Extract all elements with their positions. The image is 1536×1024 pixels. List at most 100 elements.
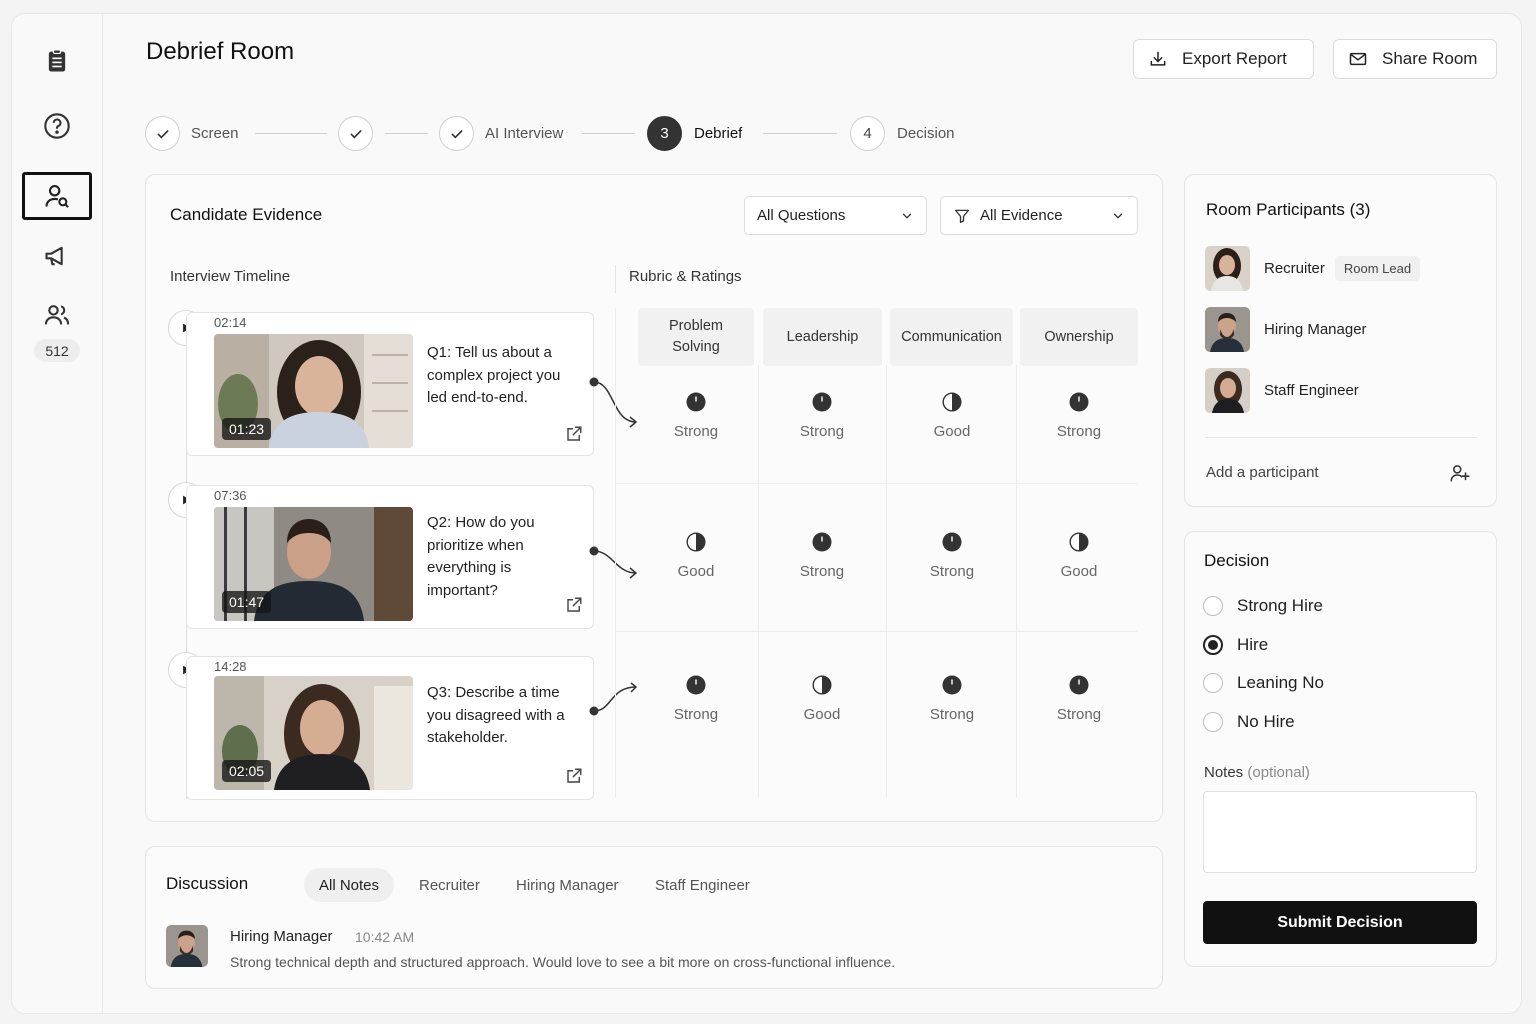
share-room-button[interactable]: Share Room — [1333, 39, 1497, 79]
question-card[interactable]: 14:28 02:05 Q3: Describe a time you disa… — [186, 656, 594, 800]
note-author: Hiring Manager — [230, 928, 333, 945]
rating-cell[interactable]: Strong — [762, 392, 882, 440]
grid-line — [758, 365, 759, 798]
participant-row[interactable]: Hiring Manager — [1205, 306, 1367, 352]
timeline-title: Interview Timeline — [170, 268, 291, 285]
evidence-filter-select[interactable]: All Evidence — [940, 196, 1138, 235]
step-3-circle[interactable] — [439, 116, 474, 151]
mail-icon — [1349, 52, 1367, 66]
decision-option-strong-hire[interactable]: Strong Hire — [1203, 596, 1323, 616]
decision-title: Decision — [1204, 551, 1270, 570]
step-1-circle[interactable] — [145, 116, 180, 151]
question-card[interactable]: 07:36 01:47 Q2: How do you prioritize wh… — [186, 485, 594, 629]
discussion-panel: Discussion All Notes Recruiter Hiring Ma… — [145, 846, 1163, 989]
rating-cell[interactable]: Strong — [1019, 392, 1139, 440]
rating-cell[interactable]: Strong — [636, 392, 756, 440]
grid-line — [615, 308, 616, 798]
avatar — [1205, 367, 1250, 413]
step-connector — [385, 133, 428, 134]
rating-cell[interactable]: Strong — [892, 675, 1012, 723]
participant-row[interactable]: Staff Engineer — [1205, 367, 1359, 413]
rubric-col-leadership: Leadership — [763, 308, 882, 366]
discussion-title: Discussion — [166, 874, 249, 893]
rating-cell[interactable]: Strong — [1019, 675, 1139, 723]
decision-option-hire[interactable]: Hire — [1203, 635, 1268, 655]
step-4-label: Debrief — [694, 125, 743, 142]
external-link-icon[interactable] — [565, 425, 583, 443]
rating-cell[interactable]: Good — [762, 675, 882, 723]
step-4-circle[interactable]: 3 — [647, 116, 682, 151]
video-duration: 01:47 — [222, 591, 272, 613]
decision-option-label: No Hire — [1237, 712, 1295, 731]
video-thumbnail[interactable]: 02:05 — [214, 676, 413, 790]
evidence-title: Candidate Evidence — [170, 205, 323, 224]
rating-label: Good — [677, 563, 715, 580]
radio-button[interactable] — [1203, 596, 1223, 616]
step-connector — [255, 133, 327, 134]
external-link-icon[interactable] — [565, 767, 583, 785]
step-connector — [763, 133, 837, 134]
video-thumbnail[interactable]: 01:23 — [214, 334, 413, 448]
rating-strong-icon — [942, 532, 962, 552]
rating-cell[interactable]: Good — [636, 532, 756, 580]
rating-cell[interactable]: Good — [892, 392, 1012, 440]
decision-option-label: Leaning No — [1237, 673, 1324, 692]
notes-textarea[interactable] — [1203, 791, 1477, 873]
export-report-button[interactable]: Export Report — [1133, 39, 1314, 79]
tab-all-notes[interactable]: All Notes — [304, 868, 395, 902]
note-time: 10:42 AM — [355, 929, 415, 945]
step-2-circle[interactable] — [338, 116, 373, 151]
tab-hiring-manager[interactable]: Hiring Manager — [501, 868, 634, 902]
rating-good-icon — [1069, 532, 1089, 552]
decision-option-label: Strong Hire — [1237, 596, 1323, 615]
filter-icon — [954, 209, 970, 223]
rating-cell[interactable]: Strong — [636, 675, 756, 723]
user-plus-icon[interactable] — [1449, 462, 1471, 484]
radio-button-selected[interactable] — [1203, 635, 1223, 655]
questions-filter-select[interactable]: All Questions — [744, 196, 927, 235]
video-duration: 02:05 — [222, 760, 272, 782]
rubric-col-ownership: Ownership — [1020, 308, 1138, 366]
rating-cell[interactable]: Strong — [892, 532, 1012, 580]
step-5-circle[interactable]: 4 — [850, 116, 885, 151]
chevron-down-icon — [902, 213, 912, 219]
question-card[interactable]: 02:14 01:23 Q1: Tell us about a complex … — [186, 312, 594, 456]
rating-cell[interactable]: Strong — [762, 532, 882, 580]
submit-decision-button[interactable]: Submit Decision — [1203, 901, 1477, 944]
participant-row[interactable]: Recruiter Room Lead — [1205, 245, 1421, 291]
video-thumbnail[interactable]: 01:47 — [214, 507, 413, 621]
external-link-icon[interactable] — [565, 596, 583, 614]
sidebar-item-campaigns[interactable] — [22, 232, 92, 280]
sidebar-item-clipboard[interactable] — [22, 37, 92, 85]
role-tag: Room Lead — [1334, 255, 1421, 281]
rating-strong-icon — [686, 675, 706, 695]
avatar — [1205, 306, 1250, 352]
evidence-filter-value: All Evidence — [980, 207, 1063, 224]
sidebar-item-team[interactable] — [22, 291, 92, 339]
rating-good-icon — [686, 532, 706, 552]
sidebar-item-candidates[interactable] — [22, 172, 92, 220]
tab-recruiter[interactable]: Recruiter — [404, 868, 495, 902]
participant-name: Staff Engineer — [1264, 381, 1359, 399]
question-text: Q3: Describe a time you disagreed with a… — [427, 684, 565, 746]
participant-name: Hiring Manager — [1264, 320, 1367, 338]
sidebar-item-help[interactable] — [22, 102, 92, 150]
check-icon — [451, 129, 462, 138]
radio-button[interactable] — [1203, 712, 1223, 732]
add-participant-link[interactable]: Add a participant — [1206, 464, 1319, 481]
rubric-title: Rubric & Ratings — [629, 268, 742, 285]
candidate-evidence-panel: Candidate Evidence All Questions All Evi… — [145, 174, 1163, 822]
rating-strong-icon — [942, 675, 962, 695]
tab-staff-engineer[interactable]: Staff Engineer — [640, 868, 765, 902]
decision-option-leaning-no[interactable]: Leaning No — [1203, 673, 1324, 693]
rating-cell[interactable]: Good — [1019, 532, 1139, 580]
decision-option-label: Hire — [1237, 635, 1269, 654]
user-search-icon — [45, 185, 69, 208]
help-icon — [44, 113, 70, 139]
step-1-label: Screen — [191, 125, 239, 142]
rating-strong-icon — [812, 532, 832, 552]
radio-button[interactable] — [1203, 673, 1223, 693]
rating-label: Good — [933, 423, 971, 440]
decision-option-no-hire[interactable]: No Hire — [1203, 712, 1295, 732]
progress-stepper: Screen AI Interview 3 Debrief 4 Decision — [145, 116, 995, 152]
